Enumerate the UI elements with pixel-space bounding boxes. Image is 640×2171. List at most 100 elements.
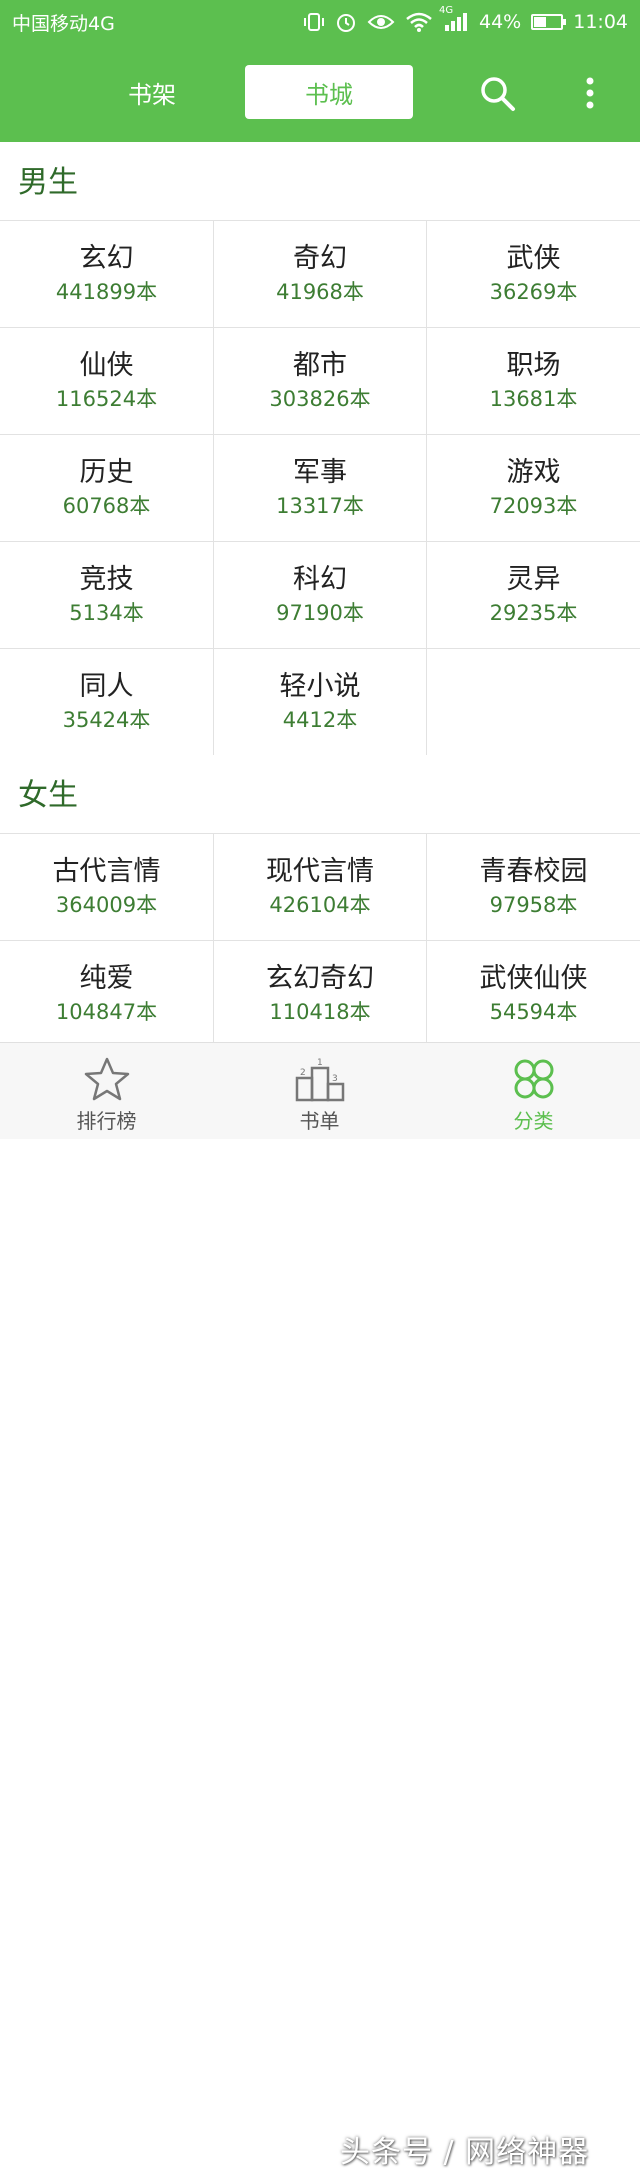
star-icon [83, 1055, 131, 1103]
category-cell[interactable]: 仙侠 116524本 [0, 327, 213, 434]
category-count: 303826本 [269, 387, 371, 411]
category-name: 武侠 [506, 243, 561, 274]
category-cell[interactable]: 游戏 72093本 [427, 434, 640, 541]
category-name: 纯爱 [79, 963, 134, 994]
category-cell[interactable]: 军事 13317本 [213, 434, 427, 541]
alarm-icon [335, 11, 357, 33]
category-grid-male: 玄幻 441899本 奇幻 41968本 武侠 36269本仙侠 116524本 都市 3038… [0, 220, 640, 755]
category-name: 古代言情 [52, 856, 161, 887]
category-name: 现代言情 [266, 856, 374, 887]
category-count: 13317本 [276, 494, 364, 518]
network-badge: 4G [439, 5, 454, 16]
category-name: 仙侠 [79, 350, 134, 381]
more-vertical-icon [586, 77, 594, 109]
category-name: 玄幻奇幻 [266, 963, 374, 994]
category-count: 97958本 [489, 893, 578, 917]
search-icon [481, 77, 515, 111]
category-name: 历史 [79, 457, 134, 488]
category-count: 13681本 [489, 387, 578, 411]
empty-cell [427, 648, 640, 755]
svg-text:3: 3 [332, 1074, 338, 1084]
category-name: 游戏 [506, 457, 561, 488]
wifi-icon [405, 11, 433, 33]
category-count: 110418本 [269, 1000, 371, 1024]
category-count: 441899本 [55, 280, 158, 304]
category-cell[interactable]: 现代言情 426104本 [213, 833, 427, 940]
category-name: 职场 [506, 350, 561, 381]
category-cell[interactable]: 奇幻 41968本 [213, 220, 427, 327]
category-name: 竞技 [79, 564, 134, 595]
category-cell[interactable]: 武侠 36269本 [427, 220, 640, 327]
clover-icon [511, 1055, 557, 1103]
category-name: 轻小说 [279, 671, 361, 702]
section-title-female: 女生 [18, 778, 78, 813]
category-name: 同人 [79, 671, 134, 702]
eye-icon [367, 12, 395, 32]
category-name: 玄幻 [79, 243, 134, 274]
tab-bookshelf[interactable]: 书架 [90, 65, 214, 119]
category-name: 都市 [293, 350, 347, 381]
status-icons: 4G 44% 11:04 [303, 5, 628, 33]
nav-booklist[interactable]: 1 2 3 书单 [213, 1043, 426, 1139]
category-count: 36269本 [489, 280, 578, 304]
category-count: 29235本 [489, 601, 578, 625]
section-title-male: 男生 [18, 165, 78, 200]
category-cell[interactable]: 同人 35424本 [0, 648, 213, 755]
category-cell[interactable]: 历史 60768本 [0, 434, 213, 541]
nav-category-label: 分类 [513, 1109, 554, 1133]
category-name: 科幻 [293, 564, 347, 595]
category-cell[interactable]: 职场 13681本 [427, 327, 640, 434]
category-count: 5134本 [69, 601, 144, 625]
category-cell[interactable]: 竞技 5134本 [0, 541, 213, 648]
category-count: 104847本 [55, 1000, 158, 1024]
category-name: 灵异 [506, 564, 561, 595]
tab-bookstore[interactable]: 书城 [245, 65, 413, 119]
category-count: 35424本 [62, 708, 151, 732]
vibrate-icon [303, 12, 325, 32]
category-cell[interactable]: 玄幻奇幻 110418本 [213, 940, 427, 1047]
battery-fill [534, 17, 546, 27]
category-name: 军事 [293, 457, 347, 488]
category-content: 男生 玄幻 441899本 奇幻 41968本 武侠 36269本仙侠 116524本 都市 3… [0, 142, 640, 1047]
category-count: 364009本 [55, 893, 158, 917]
podium-icon: 1 2 3 [294, 1055, 346, 1103]
category-name: 青春校园 [479, 856, 588, 887]
nav-ranking[interactable]: 排行榜 [0, 1043, 213, 1139]
category-count: 60768本 [62, 494, 151, 518]
nav-category[interactable]: 分类 [427, 1043, 640, 1139]
category-cell[interactable]: 青春校园 97958本 [427, 833, 640, 940]
svg-text:1: 1 [317, 1058, 323, 1068]
category-count: 4412本 [282, 708, 358, 732]
category-name: 武侠仙侠 [479, 963, 588, 994]
app-header: 书架 书城 [0, 44, 640, 142]
clock: 11:04 [573, 11, 628, 33]
nav-booklist-label: 书单 [299, 1109, 340, 1133]
category-cell[interactable]: 武侠仙侠 54594本 [427, 940, 640, 1047]
watermark: 头条号 / 网络神器 [340, 2135, 590, 2170]
category-cell[interactable]: 都市 303826本 [213, 327, 427, 434]
category-count: 54594本 [489, 1000, 578, 1024]
category-cell[interactable]: 轻小说 4412本 [213, 648, 427, 755]
signal-icon: 4G [439, 5, 469, 33]
category-count: 426104本 [269, 893, 371, 917]
category-cell[interactable]: 古代言情 364009本 [0, 833, 213, 940]
category-count: 41968本 [276, 280, 364, 304]
category-grid-female: 古代言情 364009本 现代言情 426104本 青春校园 97958本纯爱 104847… [0, 833, 640, 1047]
more-button[interactable] [575, 74, 605, 114]
category-cell[interactable]: 灵异 29235本 [427, 541, 640, 648]
category-count: 116524本 [55, 387, 158, 411]
category-name: 奇幻 [293, 243, 347, 274]
category-cell[interactable]: 科幻 97190本 [213, 541, 427, 648]
battery-icon [531, 14, 567, 30]
category-cell[interactable]: 玄幻 441899本 [0, 220, 213, 327]
bottom-nav: 排行榜 1 2 3 书单 分类 头条号 / 网络神器 [0, 1042, 640, 2170]
category-count: 97190本 [276, 601, 364, 625]
nav-ranking-label: 排行榜 [76, 1109, 137, 1133]
carrier-label: 中国移动4G [12, 12, 115, 35]
svg-text:2: 2 [300, 1068, 306, 1078]
search-button[interactable] [478, 74, 518, 114]
status-bar: 中国移动4G 4G 44% 11:04 [0, 0, 640, 44]
battery-percent: 44% [479, 11, 522, 33]
category-cell[interactable]: 纯爱 104847本 [0, 940, 213, 1047]
category-count: 72093本 [489, 494, 578, 518]
